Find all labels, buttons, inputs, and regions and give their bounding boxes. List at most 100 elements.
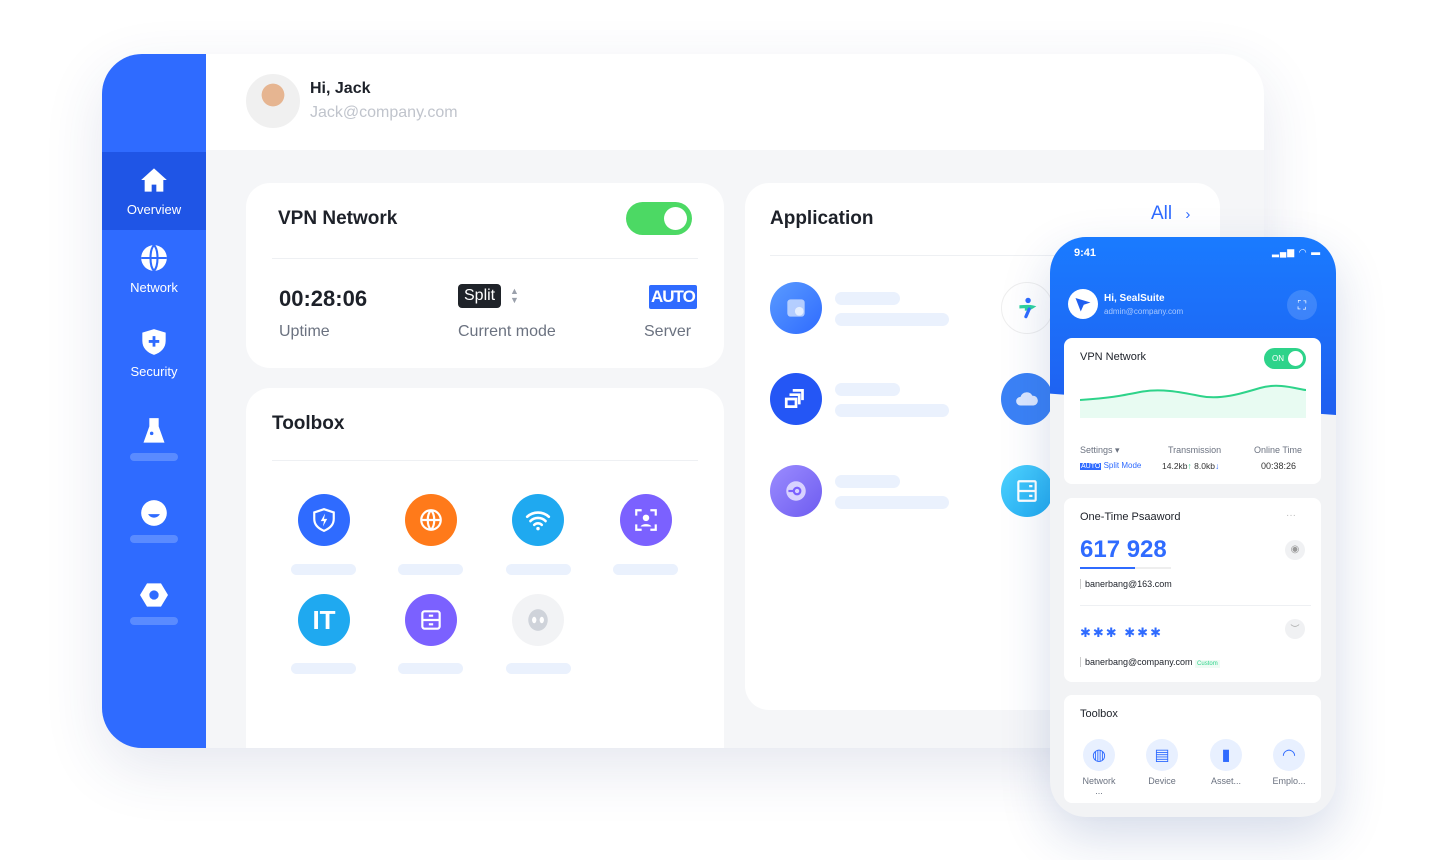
network-tool-icon[interactable]: ◍: [1083, 739, 1115, 771]
text-placeholder: [835, 496, 949, 509]
all-label: All: [1151, 203, 1173, 224]
label-placeholder: [398, 663, 463, 674]
phone-greeting: Hi, SealSuite: [1104, 293, 1165, 304]
sidebar-item-overview[interactable]: Overview: [102, 152, 206, 230]
settings-label: Settings: [1080, 445, 1113, 455]
otp-masked: ✱✱✱ ✱✱✱: [1080, 625, 1163, 640]
label-placeholder: [291, 564, 356, 575]
app-logo: [1068, 289, 1098, 319]
hexagon-icon: [140, 583, 168, 607]
phone-email: admin@company.com: [1104, 307, 1184, 316]
text-placeholder: [835, 313, 949, 326]
tool-label: Device: [1148, 776, 1176, 786]
mode-select[interactable]: Split: [458, 284, 502, 308]
server-label: Server: [644, 323, 692, 340]
employee-tool-icon[interactable]: ◠: [1273, 739, 1305, 771]
scan-icon[interactable]: ⛶: [1287, 290, 1317, 320]
phone-toolbox-title: Toolbox: [1080, 708, 1118, 720]
text-placeholder: [835, 404, 949, 417]
face-scan-icon[interactable]: [620, 494, 672, 546]
transmission-label: Transmission: [1168, 445, 1222, 455]
sidebar-item-label: Overview: [126, 201, 182, 217]
traffic-chart: [1080, 384, 1306, 418]
otp-title: One-Time Psaaword: [1080, 511, 1181, 523]
auto-badge: AUTO: [1080, 463, 1102, 470]
eye-closed-icon[interactable]: ︶: [1285, 619, 1305, 639]
globe-icon[interactable]: [405, 494, 457, 546]
divider: [1080, 605, 1311, 606]
phone-vpn-title: VPN Network: [1080, 351, 1147, 363]
phone-vpn-card: VPN Network ON Settings ▾ AUTO Split Mod…: [1064, 338, 1321, 484]
text-placeholder: [835, 383, 900, 396]
eye-icon[interactable]: ◉: [1285, 540, 1305, 560]
tool-label: Asset...: [1210, 776, 1241, 786]
cloud-app-icon[interactable]: [1001, 373, 1053, 425]
it-icon[interactable]: IT: [298, 594, 350, 646]
cabinet-app-icon[interactable]: [1001, 465, 1053, 517]
more-icon[interactable]: ···: [1286, 510, 1296, 521]
otp-code: 617 928: [1080, 536, 1167, 563]
sidebar-item-face[interactable]: [102, 482, 206, 560]
device-tool-icon[interactable]: ▤: [1146, 739, 1178, 771]
download-value: 8.0kb: [1194, 461, 1215, 471]
shield-bolt-icon[interactable]: [298, 494, 350, 546]
split-mode: AUTO Split Mode: [1080, 461, 1141, 470]
sidebar-item-network[interactable]: Network: [102, 230, 206, 308]
shield-plus-icon: [142, 328, 166, 355]
all-link[interactable]: All ›: [1151, 203, 1190, 225]
otp-timer: [1080, 567, 1171, 569]
avatar[interactable]: [246, 74, 300, 128]
phone-vpn-toggle[interactable]: ON: [1264, 348, 1306, 369]
label-placeholder: [506, 564, 571, 575]
face-icon: [141, 500, 167, 526]
settings-dropdown[interactable]: Settings ▾: [1080, 445, 1120, 456]
vpn-toggle[interactable]: [626, 202, 692, 235]
server-icon[interactable]: [405, 594, 457, 646]
text-placeholder: [835, 475, 900, 488]
status-time: 9:41: [1074, 247, 1097, 259]
wifi-icon[interactable]: [512, 494, 564, 546]
online-value: 00:38:26: [1261, 461, 1297, 471]
globe-icon: [141, 243, 167, 272]
tool-label: Emplo...: [1272, 776, 1306, 786]
custom-badge: Custom: [1195, 660, 1220, 668]
shapes-app-icon[interactable]: [770, 282, 822, 334]
otp-account: banerbang@163.com: [1080, 579, 1172, 589]
key-app-icon[interactable]: [770, 465, 822, 517]
label-placeholder: [506, 663, 571, 674]
divider: [272, 258, 698, 259]
status-icons: ▂▄▆ ◠ ▬: [1272, 247, 1322, 257]
user-greeting: Hi, Jack: [310, 80, 371, 97]
header: Hi, Jack Jack@company.com: [206, 54, 1264, 150]
transmission-value: 14.2kb↑ 8.0kb↓: [1162, 461, 1220, 471]
mode-label: Current mode: [458, 323, 556, 340]
runner-app-icon[interactable]: [1001, 282, 1053, 334]
sidebar: Overview Network Security: [102, 54, 206, 748]
mode-label: Split Mode: [1103, 461, 1142, 470]
divider: [272, 460, 698, 461]
sidebar-item-settings[interactable]: [102, 564, 206, 642]
tool-label: Network...: [1082, 776, 1116, 796]
otp-account: banerbang@company.com: [1085, 657, 1193, 667]
sidebar-item-security[interactable]: Security: [102, 314, 206, 392]
alien-icon[interactable]: [512, 594, 564, 646]
phone-toolbox-card: Toolbox ◍ ▤ ▮ ◠ Network... Device Asset.…: [1064, 695, 1321, 803]
sort-icon[interactable]: ▲ ▼: [510, 287, 519, 305]
layers-app-icon[interactable]: [770, 373, 822, 425]
sidebar-item-lab[interactable]: [102, 400, 206, 478]
toolbox-title: Toolbox: [272, 413, 345, 434]
flask-icon: [143, 418, 165, 443]
user-email: Jack@company.com: [310, 104, 458, 121]
label-placeholder: [130, 453, 178, 461]
upload-value: 14.2kb: [1162, 461, 1188, 471]
label-placeholder: [291, 663, 356, 674]
vpn-title: VPN Network: [278, 208, 398, 229]
asset-tool-icon[interactable]: ▮: [1210, 739, 1242, 771]
home-icon: [141, 167, 167, 192]
application-title: Application: [770, 208, 874, 229]
server-badge[interactable]: AUTO: [649, 285, 697, 309]
label-placeholder: [398, 564, 463, 575]
sidebar-item-label: Network: [130, 279, 178, 295]
text-placeholder: [835, 292, 900, 305]
online-label: Online Time: [1254, 445, 1303, 455]
